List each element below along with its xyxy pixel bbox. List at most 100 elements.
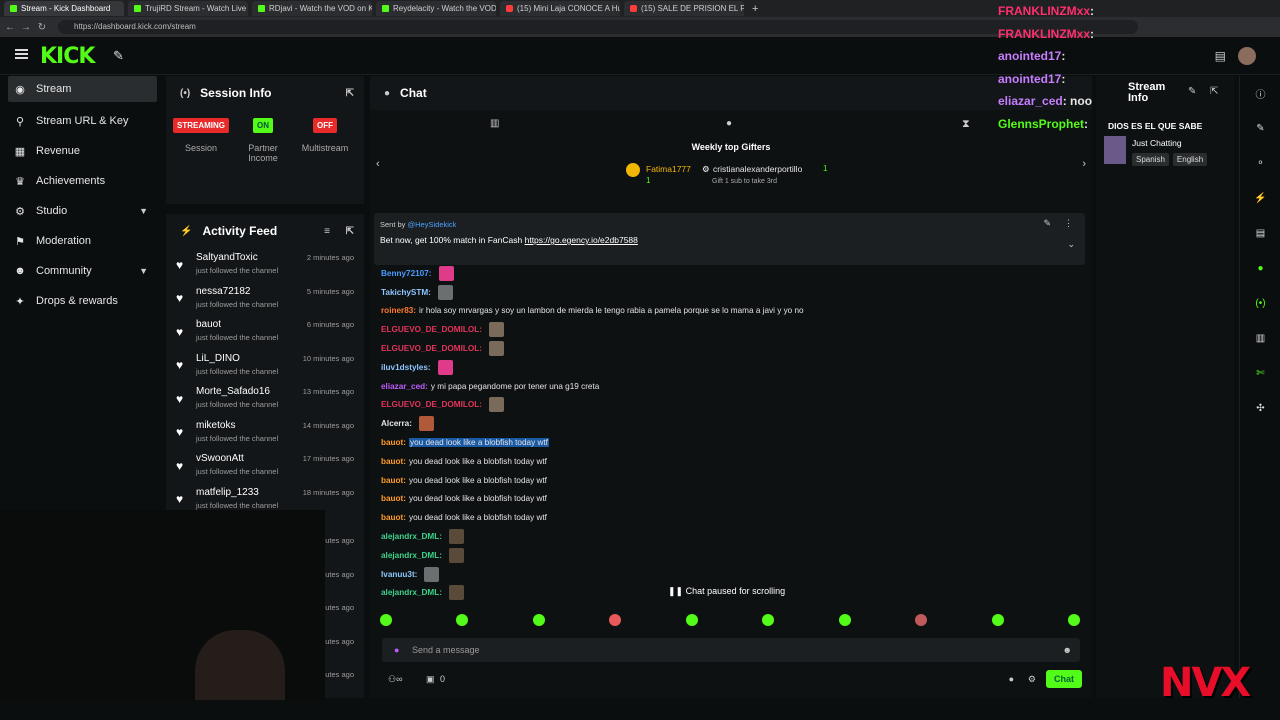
chevron-left-icon[interactable]: ‹ (376, 158, 380, 170)
wrench-icon[interactable]: ✄ (1240, 356, 1280, 391)
browser-tab[interactable]: TrujiRD Stream - Watch Live on Ki... (128, 1, 248, 16)
panel-title: Chat (400, 86, 427, 100)
sidebar-item-achievements[interactable]: ♛ Achievements (0, 166, 160, 196)
chat-message: iluv1dstyles: (381, 358, 1081, 377)
pinned-link[interactable]: https://go.egency.io/e2db7588 (525, 235, 638, 245)
sidebar-item-stream[interactable]: ◉ Stream (8, 76, 157, 102)
more-options-icon[interactable]: ⋮ (1064, 218, 1073, 229)
filter-icon[interactable]: ≡ (324, 226, 330, 237)
link-icon: ⚲ (15, 115, 25, 128)
share-icon[interactable]: ⚬ (1240, 146, 1280, 181)
sidebar-item-stream-url-key[interactable]: ⚲ Stream URL & Key (0, 106, 160, 136)
overlay-chat-line: eliazar_ced: noo (998, 94, 1093, 109)
emote[interactable] (991, 614, 1004, 626)
browser-tab[interactable]: (15) SALE DE PRISION EL FAMOSO... (624, 1, 744, 16)
emote[interactable] (915, 614, 928, 626)
sidebar-item-drops-rewards[interactable]: ✦ Drops & rewards (0, 286, 160, 316)
sidebar-item-revenue[interactable]: ▦ Revenue (0, 136, 160, 166)
emote[interactable] (685, 614, 698, 626)
popout-icon[interactable]: ⇱ (1210, 86, 1218, 97)
forward-icon[interactable]: → (20, 22, 32, 33)
chat-message: ELGUEVO_DE_DOMILOL: (381, 396, 1081, 415)
partner-income-status: ON Partner Income (238, 118, 288, 163)
status-badge: STREAMING (173, 118, 229, 133)
chat-input[interactable]: ● Send a message ☻ (382, 638, 1080, 662)
wallet-icon[interactable]: ▤ (1215, 49, 1226, 63)
sidebar-item-community[interactable]: ☻ Community ▼ (0, 256, 160, 286)
emoji-icon[interactable]: ☻ (1063, 638, 1072, 662)
reload-icon[interactable]: ↻ (36, 22, 48, 33)
menu-icon[interactable] (15, 49, 28, 59)
kick-logo[interactable]: KICK (40, 44, 95, 69)
emote[interactable] (456, 614, 469, 626)
session-status: STREAMING Session (173, 118, 229, 163)
popout-icon[interactable]: ⇱ (346, 88, 354, 99)
send-chat-button[interactable]: Chat (1046, 670, 1082, 688)
points-icon[interactable]: ▣ (426, 674, 435, 685)
sidebar-item-studio[interactable]: ⚙ Studio ▼ (0, 196, 160, 226)
list-item: ♥ vSwoonAtt just followed the channel 17 mi… (176, 453, 354, 476)
list-item: ♥ nessa72182 just followed the channel 5 mi… (176, 285, 354, 309)
bolt-icon[interactable]: ⚡ (1240, 181, 1280, 216)
trash-icon[interactable]: ▥ (490, 118, 499, 129)
new-tab-icon[interactable]: + (752, 3, 758, 15)
microphone-icon[interactable]: ● (394, 638, 399, 662)
browser-tab[interactable]: (15) Mini Laja CONOCE A Huanc... (500, 1, 620, 16)
right-rail: ⓘ ✎ ⚬ ⚡ ▤ ● (•) ▥ ✄ ✣ (1239, 76, 1280, 698)
popout-icon[interactable]: ⇱ (346, 226, 354, 237)
chat-message: alejandrx_DML: (381, 546, 1081, 565)
back-icon[interactable]: ← (4, 22, 16, 33)
pin-icon[interactable]: ✎ (1043, 218, 1051, 229)
gift-icon: ✦ (15, 295, 25, 308)
emote[interactable] (380, 614, 392, 626)
browser-tab[interactable]: RDjavi - Watch the VOD on Kick (252, 1, 372, 16)
avatar[interactable] (1238, 47, 1256, 65)
broadcast-icon[interactable]: (•) (1240, 286, 1280, 321)
emote[interactable] (762, 614, 775, 626)
tag[interactable]: Spanish (1132, 153, 1169, 166)
emote[interactable] (532, 614, 545, 626)
emote[interactable] (838, 614, 851, 626)
edit-icon[interactable]: ✎ (1188, 86, 1196, 97)
list-item: ♥ miketoks just followed the channel 14 min… (176, 419, 354, 443)
info-icon[interactable]: ⓘ (1240, 76, 1280, 111)
message-icon[interactable]: ● (726, 118, 732, 129)
list-item: ♥ SaltyandToxic just followed the channel 2… (176, 252, 354, 275)
category-label[interactable]: Just Chatting (1132, 138, 1182, 148)
chevron-down-icon[interactable]: ⌄ (1067, 239, 1075, 250)
stack-icon[interactable]: ▥ (1240, 321, 1280, 356)
browser-tab[interactable]: Reydelacity - Watch the VOD on ... (376, 1, 496, 16)
chevron-right-icon[interactable]: › (1082, 158, 1086, 170)
kick-favicon-icon (258, 5, 265, 12)
category-thumbnail (1104, 136, 1126, 164)
chat-icon: ● (384, 87, 391, 99)
url-input[interactable]: https://dashboard.kick.com/stream (58, 20, 1138, 34)
chat-message: bauot: you dead look like a blobfish toda… (381, 494, 547, 504)
browser-tab[interactable]: Stream - Kick Dashboard (4, 1, 124, 16)
chat-settings-icon[interactable]: ⚇∞ (388, 674, 402, 685)
emote[interactable] (1067, 614, 1080, 626)
gear-icon[interactable]: ⚙ (1028, 674, 1036, 685)
kick-favicon-icon (382, 5, 389, 12)
emote (418, 416, 434, 432)
overlay-chat-line: GlennsProphet: (998, 116, 1089, 131)
emote[interactable] (609, 614, 622, 626)
session-info-panel: (•) Session Info ⇱ STREAMING Session ON … (166, 76, 364, 204)
timer-icon[interactable]: ⧗ (962, 118, 970, 131)
chat-panel: ● Chat ▥ ● ⧗ ‹ › Weekly top Gifters Fati… (370, 76, 1092, 698)
chat-bubble-icon[interactable]: ● (1009, 674, 1014, 684)
kick-favicon-icon (134, 5, 141, 12)
pinned-message[interactable]: Sent by @HeySidekick Bet now, get 100% m… (374, 213, 1085, 265)
apps-icon[interactable]: ✣ (1240, 391, 1280, 426)
emote (489, 341, 504, 357)
tag[interactable]: English (1172, 153, 1208, 166)
pin-icon[interactable]: ✎ (113, 48, 124, 64)
sidebar-item-moderation[interactable]: ⚑ Moderation (0, 226, 160, 256)
heart-icon: ♥ (176, 291, 184, 306)
chat-icon[interactable]: ● (1240, 251, 1280, 286)
chat-message: Benny72107: (381, 264, 1081, 283)
edit-icon[interactable]: ✎ (1240, 111, 1280, 146)
document-icon[interactable]: ▤ (1240, 216, 1280, 251)
chat-paused-indicator[interactable]: ❚❚ Chat paused for scrolling (662, 584, 792, 599)
chat-message: Ivanuu3t: (381, 565, 1081, 584)
